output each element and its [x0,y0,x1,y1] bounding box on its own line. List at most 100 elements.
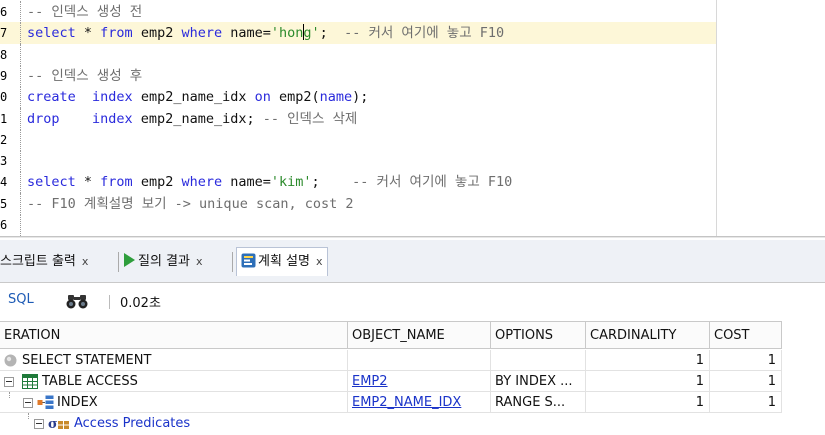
column-header-cardinality[interactable]: CARDINALITY [586,321,710,349]
table-row[interactable]: σ Access Predicates [0,413,825,434]
code-line[interactable]: 3 [0,150,716,173]
options-cell: BY INDEX ... [491,371,586,392]
binoculars-icon[interactable] [66,292,88,310]
code-token: drop [27,110,60,127]
operation-label: TABLE ACCESS [42,374,138,389]
operation-label: Access Predicates [74,416,191,431]
collapse-icon[interactable] [34,419,44,429]
code-token: -- 인덱스 생성 후 [27,67,143,84]
column-header-object-name[interactable]: OBJECT_NAME [348,321,491,349]
sql-button[interactable]: SQL [8,292,34,307]
line-number: 4 [0,175,8,190]
play-icon [124,253,135,267]
code-token: name= [222,174,271,191]
code-line[interactable]: 1 drop index emp2_name_idx; -- 인덱스 삭제 [0,107,716,130]
tab-separator [118,252,119,272]
tab-script-output[interactable]: 스크립트 출력 x [0,248,88,276]
column-header-options[interactable]: OPTIONS [491,321,586,349]
code-token: emp2( [270,89,320,106]
code-token: ; [311,174,353,191]
tree-guide [9,392,10,398]
object-name-cell[interactable]: EMP2 [348,371,491,392]
operation-label: SELECT STATEMENT [22,353,152,368]
cardinality-cell: 1 [586,371,710,392]
tab-separator [232,252,233,272]
editor-splitter[interactable] [0,236,825,238]
line-number: 5 [0,196,8,211]
code-token: -- 커서 여기에 놓고 F10 [352,174,513,191]
code-token: * [75,25,101,42]
gutter-separator [20,128,21,151]
object-name-cell[interactable]: EMP2_NAME_IDX [348,392,491,413]
code-token: create [27,89,76,106]
code-token: emp2 [132,25,182,42]
line-number: 3 [0,154,8,169]
close-icon[interactable]: x [82,255,89,268]
code-token: where [181,25,223,42]
code-text[interactable]: -- 인덱스 생성 전 [27,1,142,23]
elapsed-time: 0.02초 [120,296,161,311]
tab-explain-plan[interactable]: 계획 설명 x [236,247,328,276]
column-header-cost[interactable]: COST [710,321,782,349]
line-number: 8 [0,47,8,62]
gutter-separator [20,150,21,173]
object-name-cell[interactable] [348,350,491,371]
tree-guide [28,413,29,419]
cardinality-cell: 1 [586,350,710,371]
code-text[interactable]: drop index emp2_name_idx; -- 인덱스 삭제 [27,108,357,130]
code-text[interactable]: -- F10 계획설명 보기 -> unique scan, cost 2 [27,193,353,215]
table-row[interactable]: TABLE ACCESS EMP2 BY INDEX ... 1 1 [0,371,825,392]
code-token: index [92,89,133,106]
code-line[interactable]: 5 -- F10 계획설명 보기 -> unique scan, cost 2 [0,192,716,215]
cost-cell: 1 [710,350,782,371]
code-token: -- 커서 여기에 놓고 F10 [344,25,505,42]
gutter-separator [20,214,21,236]
code-token: name= [222,25,271,42]
column-header-operation[interactable]: ERATION [0,321,348,349]
sql-editor[interactable]: 6 -- 인덱스 생성 전 7 select * from emp2 where na… [0,0,825,238]
code-line[interactable]: 2 [0,128,716,151]
code-line[interactable]: 9 -- 인덱스 생성 후 [0,64,716,87]
collapse-icon[interactable] [4,377,14,387]
options-cell: RANGE S... [491,392,586,413]
options-cell [491,350,586,371]
code-line[interactable]: 4 select * from emp2 where name='kim'; --… [0,171,716,194]
cost-cell: 1 [710,371,782,392]
code-line[interactable]: 6 -- 인덱스 생성 전 [0,1,716,23]
code-text[interactable]: -- 인덱스 생성 후 [27,65,142,87]
gutter-separator [20,192,21,215]
collapse-icon[interactable] [23,398,33,408]
output-tab-bar: 스크립트 출력 x 질의 결과 x 계획 설명 x [0,240,825,283]
tab-query-result[interactable]: 질의 결과 x [124,248,203,276]
code-text[interactable]: create index emp2_name_idx on emp2(name)… [27,86,368,108]
table-row[interactable]: SELECT STATEMENT 1 1 [0,350,825,371]
table-row[interactable]: INDEX EMP2_NAME_IDX RANGE S... 1 1 [0,392,825,413]
code-token: ); [352,89,369,106]
cost-cell: 1 [710,392,782,413]
gutter-separator [20,1,21,23]
close-icon[interactable]: x [196,255,203,268]
code-token: index [92,110,133,127]
gutter-separator [20,64,21,87]
line-number: 9 [0,68,8,83]
code-line[interactable]: 6 [0,214,716,236]
code-text[interactable]: select * from emp2 where name='kim'; -- … [27,171,512,193]
gutter-separator [20,43,21,66]
line-number: 7 [0,26,8,41]
code-line[interactable]: 7 select * from emp2 where name='hong'; -… [0,22,716,45]
line-number: 6 [0,5,8,19]
code-token: on [254,89,271,106]
svg-text:σ: σ [48,417,58,430]
code-token: g' [303,25,320,42]
plan-toolbar: SQL 0.02초 [0,283,825,319]
gutter-separator [20,22,21,45]
close-icon[interactable]: x [316,255,323,268]
toolbar-separator [109,295,110,309]
code-line[interactable]: 8 [0,43,716,66]
code-text[interactable]: select * from emp2 where name='hong'; --… [27,22,504,44]
code-token: 'hon [270,25,304,42]
code-token: emp2_name_idx [132,89,255,106]
gutter-separator [20,107,21,130]
code-line[interactable]: 0 create index emp2_name_idx on emp2(name… [0,86,716,109]
